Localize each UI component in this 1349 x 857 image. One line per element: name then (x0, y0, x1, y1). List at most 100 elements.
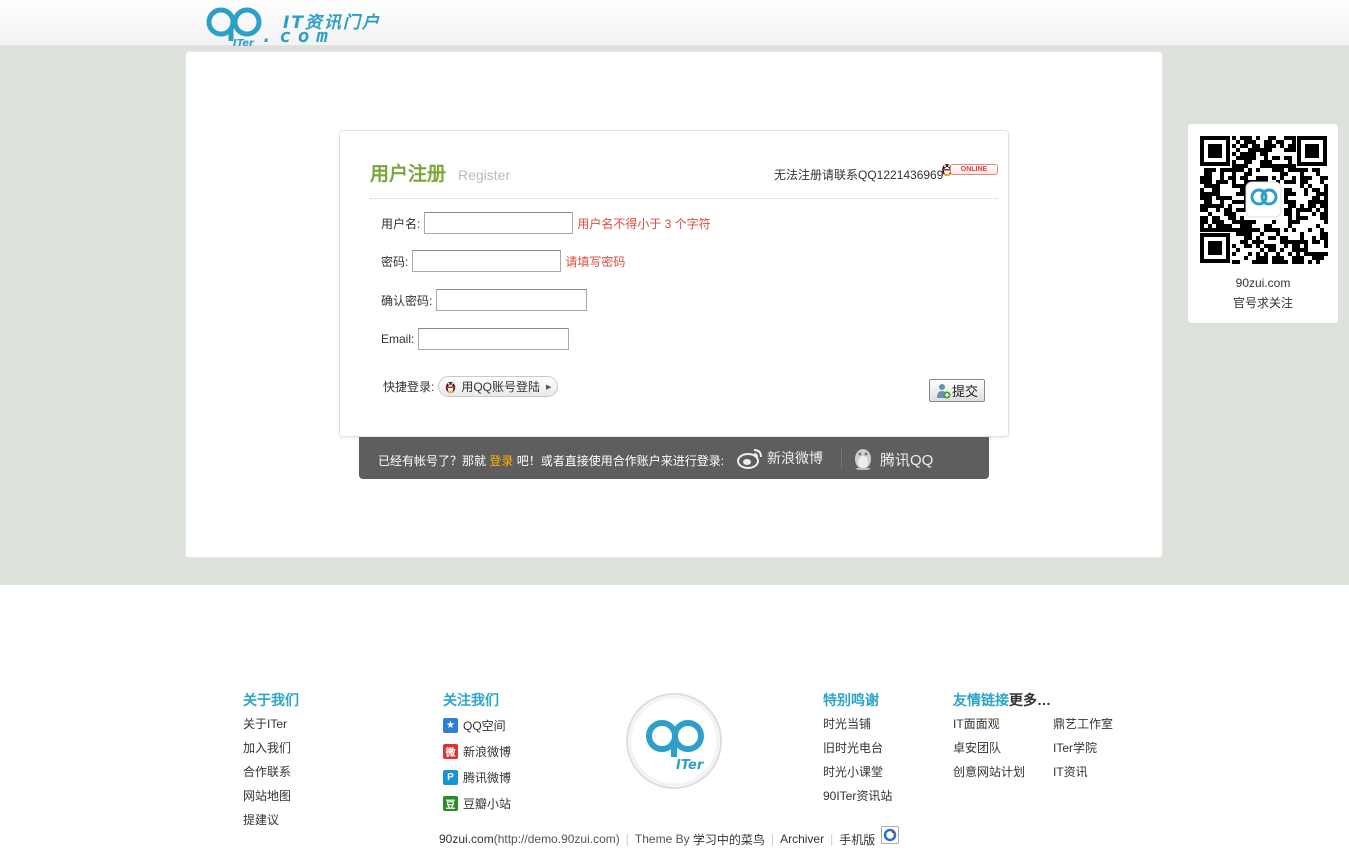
footer-thanks-title: 特别鸣谢 (823, 692, 879, 708)
copyright-site[interactable]: 90zui.com (439, 832, 494, 846)
register-box: 用户注册 Register 无法注册请联系QQ1221436969 ONLINE… (339, 130, 1009, 437)
friends-more-link[interactable]: 更多… (1009, 692, 1051, 708)
mobile-link[interactable]: 手机版 (839, 831, 875, 848)
site-logo[interactable]: ITer IT资讯门户 .com (205, 5, 415, 47)
logo-90-icon: ITer (206, 7, 262, 47)
quick-login-label: 快捷登录: (383, 380, 435, 394)
footer-about-link[interactable]: 加入我们 (243, 736, 299, 760)
tencent-weibo-label: 腾讯微博 (463, 770, 512, 785)
separator: | (830, 832, 834, 846)
copyright-url: (http://demo.90zui.com) (493, 832, 620, 846)
archiver-link[interactable]: Archiver (780, 832, 824, 846)
tencent-qq-label: 腾讯QQ (880, 451, 934, 469)
submit-button[interactable]: 提交 (929, 379, 985, 402)
footer-friend-link[interactable]: IT面面观 (953, 712, 1051, 736)
qr-code-image (1198, 134, 1329, 265)
footer-about: 关于我们 关于ITer 加入我们 合作联系 网站地图 提建议 (243, 690, 299, 832)
footer-thanks-link[interactable]: 90ITer资讯站 (823, 784, 892, 808)
password-input[interactable] (412, 250, 562, 272)
theme-by-label: Theme By (634, 832, 690, 846)
submit-label: 提交 (951, 384, 978, 399)
username-input[interactable] (424, 212, 574, 234)
qzone-label: QQ空间 (463, 718, 506, 733)
other-login-prefix: 已经有帐号了？那就 (378, 454, 487, 468)
footer-90iter-logo: ITer (626, 693, 722, 789)
footer-about-link[interactable]: 关于ITer (243, 712, 299, 736)
logo-domain: .com (261, 25, 335, 47)
online-label: ONLINE (950, 164, 998, 175)
password-row: 密码: 请填写密码 (381, 249, 625, 273)
username-hint: 用户名不得小于 3 个字符 (577, 216, 711, 231)
login-separator (841, 448, 842, 468)
footer-friend-link[interactable]: 创意网站计划 (953, 760, 1051, 784)
password-label: 密码: (381, 254, 409, 269)
stats-badge-icon (883, 828, 897, 842)
qq-login-label: 用QQ账号登陆 (461, 380, 541, 394)
register-title: 用户注册 (370, 164, 447, 185)
separator: | (625, 832, 629, 846)
footer-follow-title: 关注我们 (443, 692, 499, 708)
other-login-suffix: 吧！或者直接使用合作账户来进行登录: (516, 454, 725, 468)
qr-follow-text: 官号求关注 (1232, 296, 1293, 310)
login-link[interactable]: 登录 (489, 454, 513, 468)
footer-friends: 友情链接更多… IT面面观 卓安团队 创意网站计划 (953, 690, 1051, 784)
footer-logo-mark: ITer (676, 758, 705, 773)
qr-site-text: 90zui.com (1235, 276, 1291, 290)
footer-friend-link[interactable]: 卓安团队 (953, 736, 1051, 760)
separator: | (770, 832, 775, 846)
footer-about-title: 关于我们 (243, 692, 299, 708)
qzone-icon: ★ (443, 717, 458, 733)
weibo-icon (737, 449, 762, 469)
tencent-weibo-icon: P (443, 769, 458, 785)
footer-thanks: 特别鸣谢 时光当铺 旧时光电台 时光小课堂 90ITer资讯站 (823, 690, 892, 808)
footer-thanks-link[interactable]: 旧时光电台 (823, 736, 892, 760)
footer-friend-link[interactable]: ITer学院 (1053, 736, 1113, 760)
email-label: Email: (381, 332, 415, 346)
weibo-label: 新浪微博 (767, 450, 823, 466)
qzone-link[interactable]: ★ QQ空间 (443, 712, 511, 738)
cnzz-stats-icon[interactable] (881, 826, 900, 844)
quick-login-row: 快捷登录: 用QQ账号登陆 ▶ (383, 376, 559, 397)
confirm-password-input[interactable] (436, 289, 588, 311)
weibo-icon: 微 (443, 743, 458, 759)
footer-friends-col2: 鼎艺工作室 ITer学院 IT资讯 (1053, 712, 1113, 784)
footer-friends-title: 友情链接更多… (953, 690, 1051, 712)
qq-penguin-icon (446, 381, 456, 394)
footer-friend-link[interactable]: 鼎艺工作室 (1053, 712, 1113, 736)
register-divider (370, 198, 998, 199)
tencent-weibo-link[interactable]: P 腾讯微博 (443, 764, 511, 790)
footer-thanks-link[interactable]: 时光当铺 (823, 712, 892, 736)
qq-online-badge[interactable]: ONLINE (940, 161, 998, 177)
footer-friends-heading: 友情链接 (953, 692, 1009, 708)
username-label: 用户名: (381, 216, 421, 231)
footer-friend-link[interactable]: IT资讯 (1053, 760, 1113, 784)
other-login-bar: 已经有帐号了？那就 登录 吧！或者直接使用合作账户来进行登录: 新浪微博 腾讯Q… (359, 437, 989, 479)
top-header (0, 0, 1349, 46)
footer-thanks-link[interactable]: 时光小课堂 (823, 760, 892, 784)
douban-label: 豆瓣小站 (463, 796, 512, 811)
confirm-password-row: 确认密码: (381, 288, 588, 312)
user-add-icon (936, 383, 951, 398)
username-row: 用户名: 用户名不得小于 3 个字符 (381, 211, 711, 235)
weibo-link[interactable]: 微 新浪微博 (443, 738, 511, 764)
douban-icon: 豆 (443, 795, 458, 811)
footer-about-link[interactable]: 合作联系 (243, 760, 299, 784)
douban-link[interactable]: 豆 豆瓣小站 (443, 790, 511, 816)
footer-follow: 关注我们 ★ QQ空间 微 新浪微博 P 腾讯微博 豆 豆瓣小站 (443, 690, 511, 816)
footer-about-link[interactable]: 提建议 (243, 808, 299, 832)
other-login-text: 已经有帐号了？那就 登录 吧！或者直接使用合作账户来进行登录: (378, 452, 724, 469)
qq-login-button[interactable]: 用QQ账号登陆 ▶ (438, 376, 559, 397)
email-input[interactable] (418, 328, 570, 350)
weibo-login-button[interactable]: 新浪微博 (737, 447, 823, 469)
arrow-right-icon: ▶ (546, 383, 552, 391)
password-hint: 请填写密码 (565, 254, 626, 269)
tencent-qq-login-button[interactable]: 腾讯QQ (852, 447, 933, 471)
confirm-password-label: 确认密码: (381, 293, 433, 308)
qq-penguin-icon (855, 449, 871, 470)
footer-copyright: 90zui.com (http://demo.90zui.com) | Them… (439, 826, 900, 848)
email-row: Email: (381, 327, 570, 351)
footer-about-link[interactable]: 网站地图 (243, 784, 299, 808)
register-contact-text: 无法注册请联系QQ1221436969 (774, 168, 944, 182)
weibo-link-label: 新浪微博 (463, 744, 512, 759)
theme-author-link[interactable]: 学习中的菜鸟 (693, 831, 765, 848)
